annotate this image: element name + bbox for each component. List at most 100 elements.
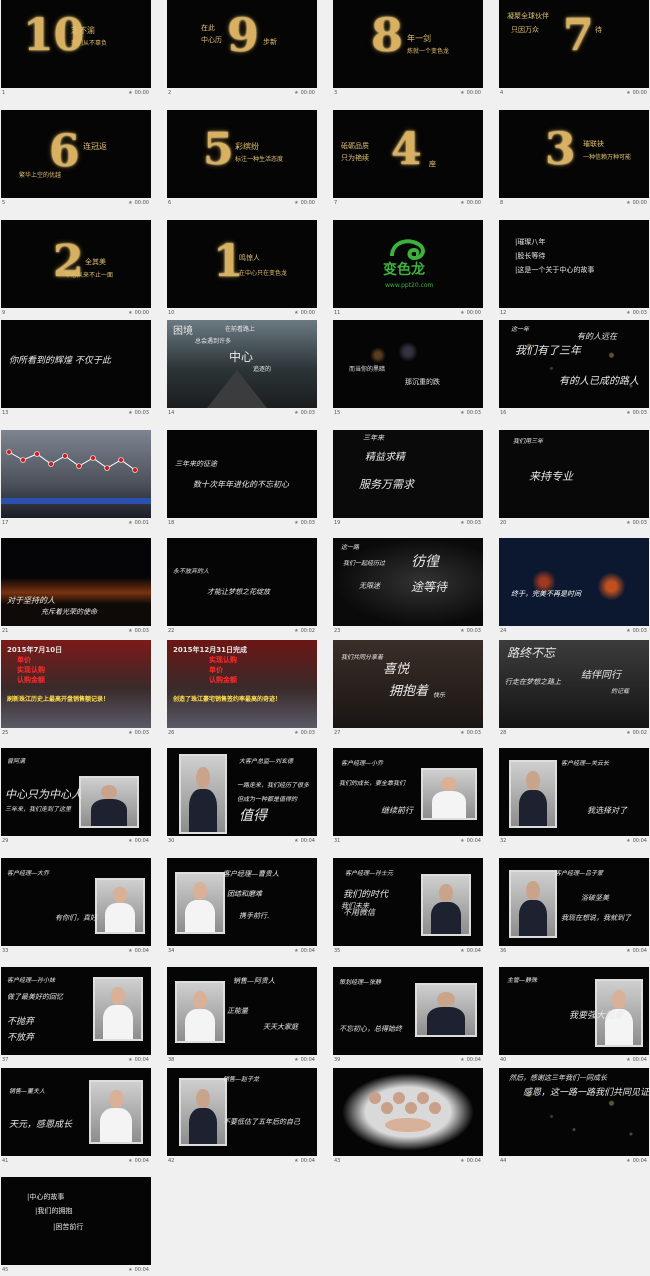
slide-text: 单价 (17, 656, 31, 664)
slide-thumbnail-11[interactable]: 变色龙 www.ppt20.com 11 ★ 00:00 (333, 220, 483, 317)
slide-meta: 23 ★ 00:03 (333, 627, 483, 635)
slide-preview[interactable]: 客户经理—孙士元 我们的时代 不用微信 我们未来 (333, 858, 483, 946)
slide-thumbnail-31[interactable]: 客户经理—小乔 我们的成长，要全靠我们 继续前行 31 ★ 00:04 (333, 748, 483, 845)
slide-preview[interactable]: 6 连冠返 繁华上空的优越 (1, 110, 151, 198)
slide-thumbnail-28[interactable]: 路终不忘 行走在梦想之路上 结伴同行 的记载 28 ★ 00:02 (499, 640, 649, 737)
slide-preview[interactable]: 大客户总监—刘玄德 一路走来，我们经历了很多 但成为一种都是值得的 值得 (167, 748, 317, 836)
portrait-head (439, 884, 453, 902)
slide-preview[interactable]: 7 凝聚全球伙伴 只因万众 待 (499, 0, 649, 88)
slide-preview[interactable]: 这一路 我们一起经历过 彷徨 无限迷 途等待 (333, 538, 483, 626)
slide-preview[interactable]: 我们共同分享着 喜悦 拥抱着 快乐 (333, 640, 483, 728)
slide-thumbnail-34[interactable]: 客户经理—曹贵人 团结和磨难 携手前行. 34 ★ 00:04 (167, 858, 317, 955)
slide-preview[interactable]: 客户经理—吕子蒙 浴破坚美 我现在想说，我就到了 (499, 858, 649, 946)
slide-thumbnail-42[interactable]: 销售—赵子龙 不要低估了五年后的自己 42 ★ 00:04 (167, 1068, 317, 1165)
slide-thumbnail-39[interactable]: 策划经理—张静 不忘初心，总得始终 39 ★ 00:04 (333, 967, 483, 1064)
slide-thumbnail-3[interactable]: 8 年一剑 炼就一个变色龙 3 ★ 00:00 (333, 0, 483, 97)
slide-thumbnail-15[interactable]: 而当你的黑暗 那沉重的跌 15 ★ 00:03 (333, 320, 483, 417)
slide-thumbnail-33[interactable]: 客户经理—大乔 有你们，真好 33 ★ 00:04 (1, 858, 151, 955)
slide-preview[interactable]: |璀璨八年 |股长等待 |这是一个关于中心的故事 (499, 220, 649, 308)
slide-thumbnail-22[interactable]: 永不放弃的人 才能让梦想之花绽放 22 ★ 00:02 (167, 538, 317, 635)
slide-thumbnail-29[interactable]: 曾阿满 中心只为中心人 三年来，我们走到了这里 29 ★ 00:04 (1, 748, 151, 845)
slide-thumbnail-32[interactable]: 客户经理—关云长 我选择对了 32 ★ 00:04 (499, 748, 649, 845)
slide-preview[interactable]: 这一年 我们有了三年 有的人远在 有的人已成的路人 (499, 320, 649, 408)
slide-text: 浴破坚美 (581, 894, 609, 902)
slide-thumbnail-7[interactable]: 4 砥砺品质 只为艳续座 7 ★ 00:00 (333, 110, 483, 207)
slide-thumbnail-10[interactable]: 1 鸣惊人 在中心只在变色龙 10 ★ 00:00 (167, 220, 317, 317)
slide-preview[interactable]: 2 全其美 中心从来不止一面 (1, 220, 151, 308)
slide-preview[interactable]: 9 在此 中心历 步新 (167, 0, 317, 88)
slide-preview[interactable]: 主管—静殊 我要强大起来 (499, 967, 649, 1055)
slide-thumbnail-16[interactable]: 这一年 我们有了三年 有的人远在 有的人已成的路人 16 ★ 00:03 (499, 320, 649, 417)
slide-preview[interactable]: 销售—董夫人 天元，感恩成长 (1, 1068, 151, 1156)
slide-duration: 00:00 (632, 200, 647, 206)
slide-preview[interactable]: 客户经理—关云长 我选择对了 (499, 748, 649, 836)
slide-thumbnail-44[interactable]: 然后，感谢这三年我们一同成长 感恩，这一路一路我们共同见证 44 ★ 00:04 (499, 1068, 649, 1165)
slide-preview[interactable]: 销售—赵子龙 不要低估了五年后的自己 (167, 1068, 317, 1156)
slide-preview[interactable]: 客户经理—大乔 有你们，真好 (1, 858, 151, 946)
slide-preview[interactable]: 销售—阿贵人 正能量 天天大家庭 (167, 967, 317, 1055)
slide-preview[interactable]: |中心的故事 |我们的拥抱 |困苦前行 (1, 1177, 151, 1265)
slide-thumbnail-4[interactable]: 7 凝聚全球伙伴 只因万众 待 4 ★ 00:00 (499, 0, 649, 97)
slide-thumbnail-8[interactable]: 3 璀联袂 一种信赖万种可能 8 ★ 00:00 (499, 110, 649, 207)
slide-preview[interactable]: 3 璀联袂 一种信赖万种可能 (499, 110, 649, 198)
slide-preview[interactable]: 1 鸣惊人 在中心只在变色龙 (167, 220, 317, 308)
slide-preview[interactable]: 5 彩缤纷 标注一种生活态度 (167, 110, 317, 198)
slide-preview[interactable]: 客户经理—孙小妹 做了最美好的回忆 不抛弃 不放弃 (1, 967, 151, 1055)
slide-thumbnail-24[interactable]: 终于，完美不再是时间 24 ★ 00:03 (499, 538, 649, 635)
slide-thumbnail-26[interactable]: 2015年12月31日完成 实现认购 单价 认购金额 创造了珠江豪宅销售签约率最高的奇迹… (167, 640, 317, 737)
slide-preview[interactable]: 永不放弃的人 才能让梦想之花绽放 (167, 538, 317, 626)
slide-thumbnail-21[interactable]: 对于坚持的人 充斥着光荣的使命 21 ★ 00:03 (1, 538, 151, 635)
slide-thumbnail-38[interactable]: 销售—阿贵人 正能量 天天大家庭 38 ★ 00:04 (167, 967, 317, 1064)
slide-thumbnail-13[interactable]: 你所看到的辉煌 不仅于此 13 ★ 00:03 (1, 320, 151, 417)
slide-preview[interactable]: 路终不忘 行走在梦想之路上 结伴同行 的记载 (499, 640, 649, 728)
slide-thumbnail-20[interactable]: 我们用三年 来持专业 20 ★ 00:03 (499, 430, 649, 527)
slide-thumbnail-6[interactable]: 5 彩缤纷 标注一种生活态度 6 ★ 00:00 (167, 110, 317, 207)
slide-thumbnail-27[interactable]: 我们共同分享着 喜悦 拥抱着 快乐 27 ★ 00:03 (333, 640, 483, 737)
slide-preview[interactable]: 你所看到的辉煌 不仅于此 (1, 320, 151, 408)
slide-preview[interactable]: 客户经理—小乔 我们的成长，要全靠我们 继续前行 (333, 748, 483, 836)
slide-preview[interactable]: 而当你的黑暗 那沉重的跌 (333, 320, 483, 408)
slide-thumbnail-37[interactable]: 客户经理—孙小妹 做了最美好的回忆 不抛弃 不放弃 37 ★ 00:04 (1, 967, 151, 1064)
slide-sorter-grid: 10 志不渝 我们从不辜负 1 ★ 00:00 9 在此 中心历 步新 2 ★ 00:00 8 年一剑 炼就一… (0, 0, 650, 1276)
slide-thumbnail-1[interactable]: 10 志不渝 我们从不辜负 1 ★ 00:00 (1, 0, 151, 97)
slide-preview[interactable]: 对于坚持的人 充斥着光荣的使命 (1, 538, 151, 626)
slide-thumbnail-19[interactable]: 三年来 精益求精 服务万需求 19 ★ 00:03 (333, 430, 483, 527)
slide-thumbnail-18[interactable]: 三年来的征途 数十次年年进化的不忘初心 18 ★ 00:03 (167, 430, 317, 527)
slide-thumbnail-17[interactable]: 17 ★ 00:01 (1, 430, 151, 527)
slide-thumbnail-35[interactable]: 客户经理—孙士元 我们的时代 不用微信 我们未来 35 ★ 00:04 (333, 858, 483, 955)
slide-preview[interactable] (333, 1068, 483, 1156)
slide-thumbnail-36[interactable]: 客户经理—吕子蒙 浴破坚美 我现在想说，我就到了 36 ★ 00:04 (499, 858, 649, 955)
slide-preview[interactable]: 客户经理—曹贵人 团结和磨难 携手前行. (167, 858, 317, 946)
slide-preview[interactable]: 4 砥砺品质 只为艳续座 (333, 110, 483, 198)
slide-preview[interactable]: 变色龙 www.ppt20.com (333, 220, 483, 308)
slide-meta: 7 ★ 00:00 (333, 199, 483, 207)
slide-preview[interactable]: 2015年12月31日完成 实现认购 单价 认购金额 创造了珠江豪宅销售签约率最高的奇迹… (167, 640, 317, 728)
slide-thumbnail-2[interactable]: 9 在此 中心历 步新 2 ★ 00:00 (167, 0, 317, 97)
slide-preview[interactable] (1, 430, 151, 518)
slide-thumbnail-40[interactable]: 主管—静殊 我要强大起来 40 ★ 00:04 (499, 967, 649, 1064)
slide-preview[interactable]: 曾阿满 中心只为中心人 三年来，我们走到了这里 (1, 748, 151, 836)
slide-preview[interactable]: 策划经理—张静 不忘初心，总得始终 (333, 967, 483, 1055)
slide-preview[interactable]: 我们用三年 来持专业 (499, 430, 649, 518)
slide-preview[interactable]: 困境 总会遇到许多 在前看路上 中心 追逐的 (167, 320, 317, 408)
slide-thumbnail-41[interactable]: 销售—董夫人 天元，感恩成长 41 ★ 00:04 (1, 1068, 151, 1165)
slide-preview[interactable]: 终于，完美不再是时间 (499, 538, 649, 626)
slide-thumbnail-43[interactable]: 43 ★ 00:04 (333, 1068, 483, 1165)
slide-preview[interactable]: 8 年一剑 炼就一个变色龙 (333, 0, 483, 88)
slide-thumbnail-45[interactable]: |中心的故事 |我们的拥抱 |困苦前行 45 ★ 00:04 (1, 1177, 151, 1274)
slide-thumbnail-9[interactable]: 2 全其美 中心从来不止一面 9 ★ 00:00 (1, 220, 151, 317)
slide-preview[interactable]: 三年来的征途 数十次年年进化的不忘初心 (167, 430, 317, 518)
slide-thumbnail-5[interactable]: 6 连冠返 繁华上空的优越 5 ★ 00:00 (1, 110, 151, 207)
slide-thumbnail-23[interactable]: 这一路 我们一起经历过 彷徨 无限迷 途等待 23 ★ 00:03 (333, 538, 483, 635)
slide-preview[interactable]: 三年来 精益求精 服务万需求 (333, 430, 483, 518)
slide-meta: 9 ★ 00:00 (1, 309, 151, 317)
slide-thumbnail-30[interactable]: 大客户总监—刘玄德 一路走来，我们经历了很多 但成为一种都是值得的 值得 30 ★ 00:0… (167, 748, 317, 845)
slide-text: 单价 (209, 666, 223, 674)
slide-thumbnail-14[interactable]: 困境 总会遇到许多 在前看路上 中心 追逐的 14 ★ 00:03 (167, 320, 317, 417)
slide-thumbnail-12[interactable]: |璀璨八年 |股长等待 |这是一个关于中心的故事 12 ★ 00:03 (499, 220, 649, 317)
slide-preview[interactable]: 2015年7月10日 单价 实现认购 认购金额 刷新珠江历史上最高开盘销售额记录！ (1, 640, 151, 728)
slide-text: 数十次年年进化的不忘初心 (193, 480, 289, 489)
slide-preview[interactable]: 10 志不渝 我们从不辜负 (1, 0, 151, 88)
slide-preview[interactable]: 然后，感谢这三年我们一同成长 感恩，这一路一路我们共同见证 (499, 1068, 649, 1156)
slide-thumbnail-25[interactable]: 2015年7月10日 单价 实现认购 认购金额 刷新珠江历史上最高开盘销售额记录！ 25 ★… (1, 640, 151, 737)
